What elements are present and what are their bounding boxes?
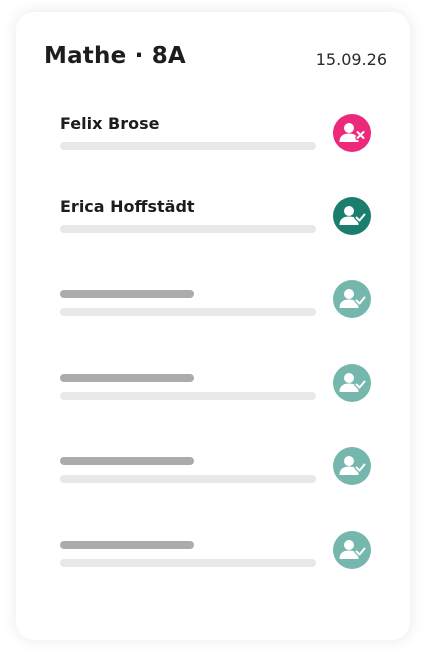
student-name-placeholder [60,457,194,465]
student-row[interactable] [60,280,390,340]
student-name-placeholder [60,290,194,298]
student-row[interactable] [60,447,390,507]
attendance-toggle[interactable] [333,447,371,485]
student-detail-placeholder [60,308,316,316]
course-title: Mathe · 8A [44,43,186,69]
user-check-icon [333,447,371,485]
student-name-placeholder [60,541,194,549]
student-detail-placeholder [60,475,316,483]
user-x-icon [333,114,371,152]
student-detail-placeholder [60,142,316,150]
student-detail-placeholder [60,225,316,233]
student-row[interactable] [60,531,390,591]
attendance-toggle[interactable] [333,531,371,569]
student-detail-placeholder [60,559,316,567]
student-row[interactable] [60,364,390,424]
student-name-placeholder [60,374,194,382]
attendance-toggle[interactable] [333,197,371,235]
student-name: Erica Hoffstädt [60,197,195,216]
user-check-icon [333,280,371,318]
user-check-icon [333,531,371,569]
user-check-icon [333,197,371,235]
student-row[interactable]: Erica Hoffstädt [60,197,390,257]
attendance-toggle[interactable] [333,114,371,152]
student-row[interactable]: Felix Brose [60,114,390,174]
attendance-toggle[interactable] [333,280,371,318]
attendance-card: Mathe · 8A 15.09.26 Felix Brose Erica Ho… [16,12,410,640]
user-check-icon [333,364,371,402]
attendance-toggle[interactable] [333,364,371,402]
session-date: 15.09.26 [315,50,387,69]
student-detail-placeholder [60,392,316,400]
student-name: Felix Brose [60,114,160,133]
